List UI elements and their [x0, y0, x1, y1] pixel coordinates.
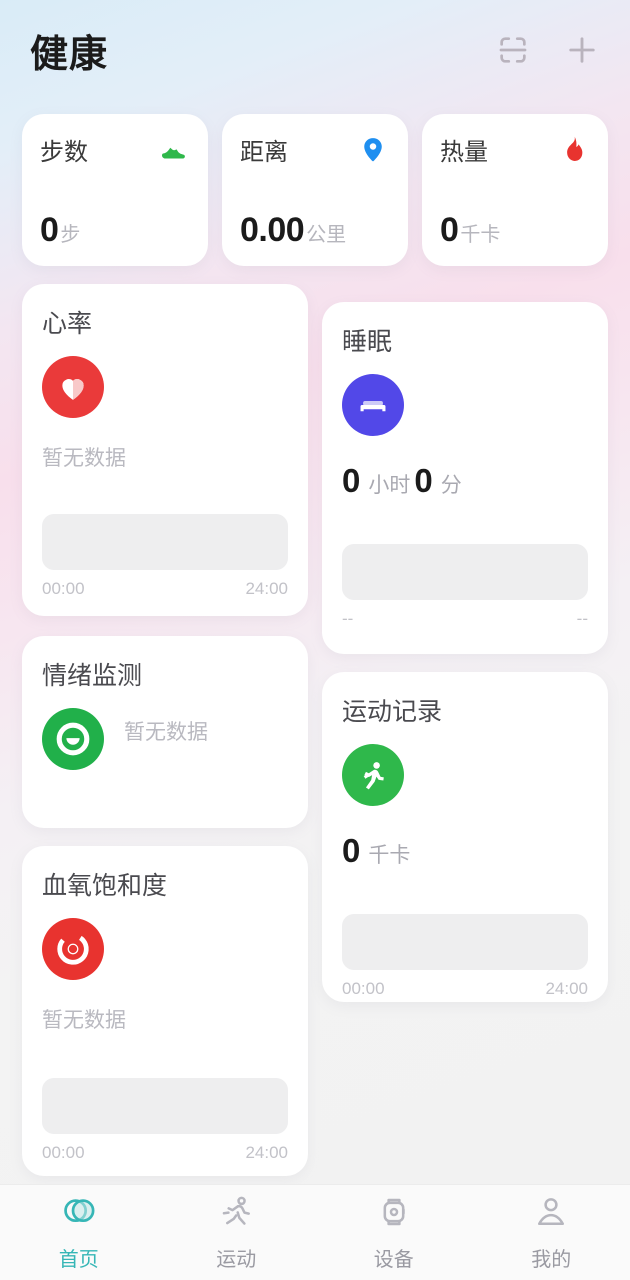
- chart-placeholder: [42, 1078, 288, 1134]
- stat-unit: 公里: [306, 224, 347, 246]
- running-icon: [342, 744, 404, 806]
- nav-item-home[interactable]: 首页: [0, 1193, 158, 1272]
- spo2-ring-icon: [42, 918, 104, 980]
- cards-column-left: 心率 暂无数据 00:00 24:00 情绪监测 暂无数据 血氧饱和度 暂无数据…: [22, 284, 308, 1184]
- sleep-hours-unit: 小时: [368, 474, 411, 497]
- stat-card-distance[interactable]: 距离 0.00 公里: [222, 114, 408, 266]
- stat-unit: 步: [60, 224, 81, 246]
- sport-calories: 0: [342, 832, 361, 869]
- stat-card-steps[interactable]: 步数 0 步: [22, 114, 208, 266]
- stat-value-row: 0.00 公里: [240, 211, 390, 250]
- bottom-navigation: 首页 运动 设备 我的: [0, 1184, 630, 1280]
- header-actions: [496, 32, 600, 68]
- card-title: 运动记录: [342, 698, 443, 726]
- axis-start-label: 00:00: [342, 979, 385, 998]
- stat-label: 距离: [240, 139, 288, 166]
- sport-calories-unit: 千卡: [368, 844, 411, 867]
- nav-item-device[interactable]: 设备: [315, 1193, 473, 1272]
- page-title: 健康: [30, 33, 109, 76]
- nav-item-profile[interactable]: 我的: [473, 1193, 630, 1272]
- nav-label: 设备: [373, 1249, 414, 1271]
- axis-end-label: 24:00: [245, 579, 288, 598]
- axis-start-label: --: [342, 609, 354, 628]
- mood-row: 暂无数据: [42, 692, 288, 770]
- axis-start-label: 00:00: [42, 579, 85, 598]
- chart-axis: -- --: [342, 609, 588, 629]
- stat-value: 0: [440, 211, 459, 249]
- stat-value: 0.00: [240, 211, 305, 249]
- nav-item-sport[interactable]: 运动: [158, 1193, 316, 1272]
- card-title: 心率: [42, 310, 93, 338]
- home-circles-icon: [60, 1193, 98, 1236]
- card-sleep[interactable]: 睡眠 0 小时 0 分 -- --: [322, 302, 608, 654]
- stat-value-row: 0 千卡: [440, 211, 590, 250]
- nav-label: 我的: [531, 1249, 572, 1271]
- axis-start-label: 00:00: [42, 1143, 85, 1162]
- card-heart-rate[interactable]: 心率 暂无数据 00:00 24:00: [22, 284, 308, 616]
- chart-axis: 00:00 24:00: [42, 1143, 288, 1163]
- heart-icon: [42, 356, 104, 418]
- stat-label: 步数: [40, 139, 88, 166]
- sport-value: 0 千卡: [342, 832, 588, 870]
- stat-value-row: 0 步: [40, 211, 190, 250]
- sleep-value: 0 小时 0 分: [342, 462, 588, 500]
- stat-header: 距离: [240, 132, 390, 167]
- axis-end-label: --: [576, 609, 588, 628]
- card-sport-record[interactable]: 运动记录 0 千卡 00:00 24:00: [322, 672, 608, 1002]
- health-cards-grid: 心率 暂无数据 00:00 24:00 情绪监测 暂无数据 血氧饱和度 暂无数据…: [22, 284, 608, 1184]
- card-blood-oxygen[interactable]: 血氧饱和度 暂无数据 00:00 24:00: [22, 846, 308, 1176]
- summary-stats-row: 步数 0 步 距离 0.00 公里 热量 0 千卡: [22, 114, 608, 266]
- sleep-hours: 0: [342, 462, 361, 499]
- card-status: 暂无数据: [124, 721, 208, 744]
- sleep-minutes: 0: [414, 462, 433, 499]
- chart-placeholder: [342, 544, 588, 600]
- chart-placeholder: [342, 914, 588, 970]
- cards-column-right: 睡眠 0 小时 0 分 -- -- 运动记录 0 千卡 00:00 24:00: [322, 284, 608, 1184]
- card-status: 暂无数据: [42, 447, 126, 470]
- stat-header: 热量: [440, 132, 590, 167]
- person-icon: [532, 1193, 570, 1236]
- chart-axis: 00:00 24:00: [342, 979, 588, 999]
- card-title: 睡眠: [342, 328, 393, 356]
- card-mood-monitor[interactable]: 情绪监测 暂无数据: [22, 636, 308, 828]
- card-status: 暂无数据: [42, 1009, 126, 1032]
- bed-icon: [342, 374, 404, 436]
- nav-label: 运动: [216, 1249, 257, 1271]
- smiley-icon: [42, 708, 104, 770]
- smartwatch-icon: [375, 1193, 413, 1236]
- shoe-icon: [156, 133, 190, 167]
- stat-value: 0: [40, 211, 59, 249]
- chart-axis: 00:00 24:00: [42, 579, 288, 599]
- sleep-minutes-unit: 分: [440, 474, 462, 497]
- add-icon[interactable]: [564, 32, 600, 68]
- axis-end-label: 24:00: [245, 1143, 288, 1162]
- stat-header: 步数: [40, 132, 190, 167]
- stat-card-calories[interactable]: 热量 0 千卡: [422, 114, 608, 266]
- flame-icon: [556, 133, 590, 167]
- stat-label: 热量: [440, 139, 488, 166]
- scan-card-icon[interactable]: [496, 33, 530, 67]
- running-nav-icon: [217, 1193, 255, 1236]
- chart-placeholder: [42, 514, 288, 570]
- card-title: 血氧饱和度: [42, 872, 168, 900]
- stat-unit: 千卡: [460, 224, 501, 246]
- app-header: 健康: [0, 0, 630, 100]
- location-pin-icon: [356, 133, 390, 167]
- axis-end-label: 24:00: [545, 979, 588, 998]
- card-title: 情绪监测: [42, 662, 143, 690]
- nav-label: 首页: [58, 1249, 99, 1271]
